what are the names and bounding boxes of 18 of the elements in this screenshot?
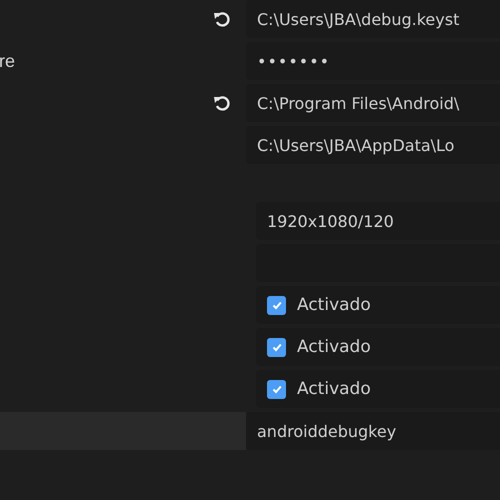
text-field[interactable]: 1920x1080/120 — [256, 202, 500, 240]
checkbox-label: Activado — [297, 337, 371, 357]
text-field[interactable]: androiddebugkey — [246, 412, 500, 450]
reset-icon[interactable] — [212, 93, 232, 113]
text-field[interactable]: C:\Users\JBA\debug.keyst — [246, 0, 500, 38]
setting-label: re — [0, 50, 16, 72]
password-field[interactable]: ••••••• — [246, 42, 500, 80]
check-icon — [270, 341, 282, 353]
checkbox-label: Activado — [297, 295, 371, 315]
text-field[interactable]: C:\Program Files\Android\ — [246, 84, 500, 122]
checkbox[interactable] — [267, 338, 286, 356]
check-icon — [270, 299, 282, 311]
reset-icon[interactable] — [212, 9, 232, 29]
checkbox[interactable] — [267, 380, 286, 398]
check-icon — [270, 383, 282, 395]
checkbox[interactable] — [267, 296, 286, 314]
text-field[interactable]: C:\Users\JBA\AppData\Lo — [246, 126, 500, 164]
checkbox-label: Activado — [297, 379, 371, 399]
